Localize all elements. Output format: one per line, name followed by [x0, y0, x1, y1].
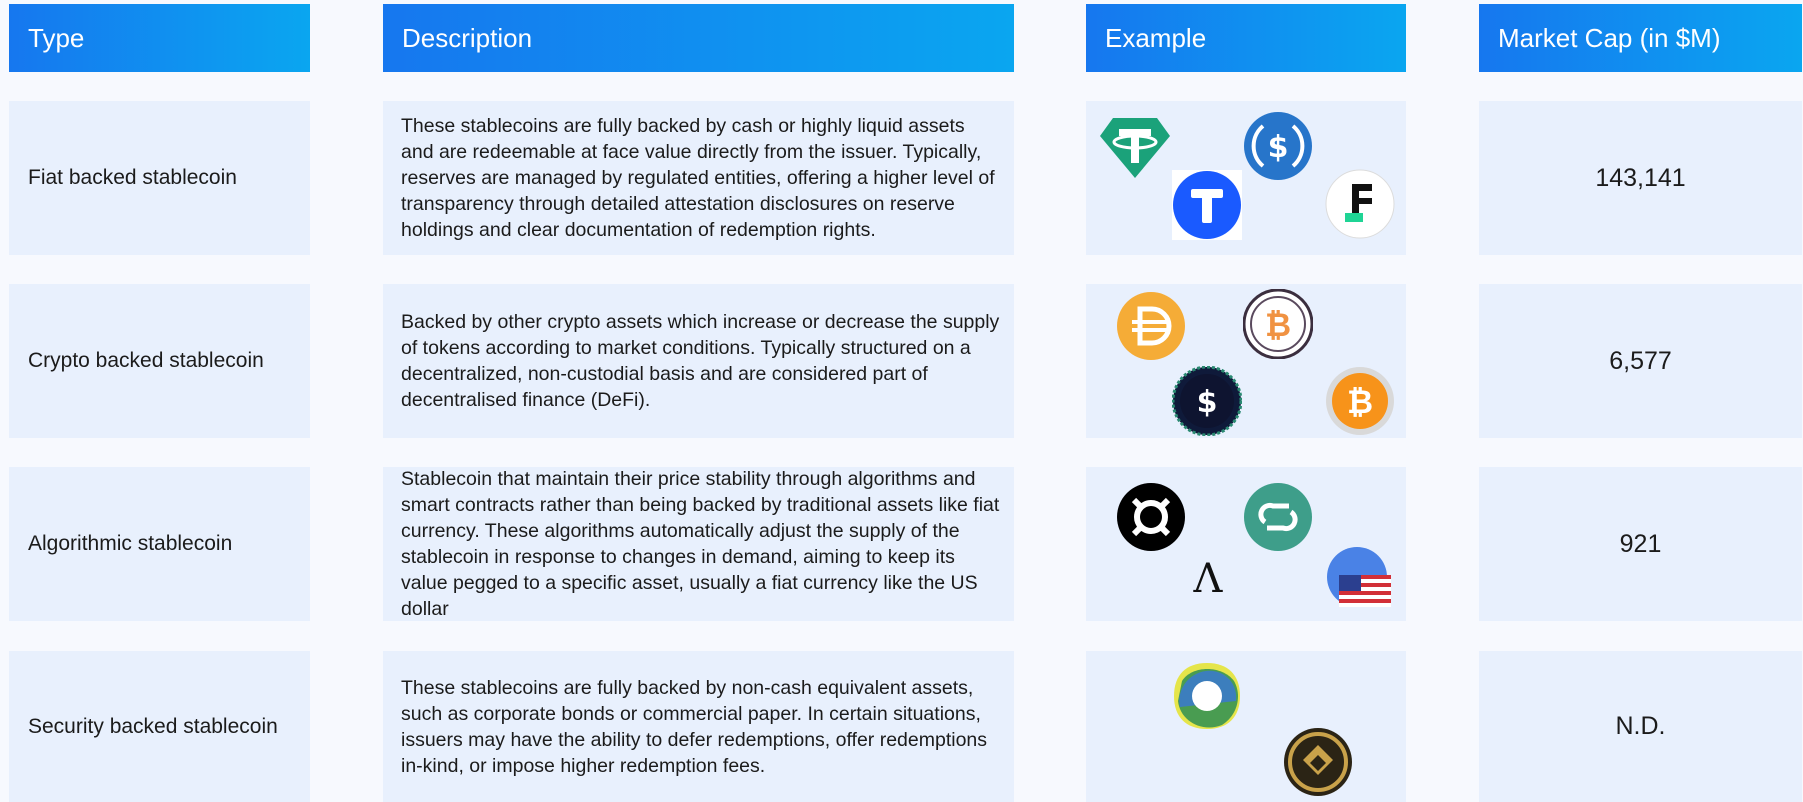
- row-4-market-cap-value: N.D.: [1615, 712, 1666, 740]
- usdc-icon: $: [1244, 112, 1312, 180]
- svg-text:Λ: Λ: [1193, 556, 1224, 598]
- header-market-cap-label: Market Cap (in $M): [1498, 22, 1721, 53]
- row-1-market-cap-value: 143,141: [1595, 163, 1686, 192]
- usds-icon: $: [1172, 366, 1242, 436]
- row-1-description: These stablecoins are fully backed by ca…: [383, 101, 1014, 255]
- dai-icon: [1117, 292, 1185, 360]
- row-3-description-text: Stablecoin that maintain their price sta…: [401, 468, 1000, 620]
- tether-icon: [1100, 118, 1170, 178]
- svg-text:₿: ₿: [1347, 383, 1373, 421]
- row-3-examples: Λ: [1086, 467, 1406, 621]
- row-3-market-cap: 921: [1479, 467, 1802, 621]
- row-2-market-cap: 6,577: [1479, 284, 1802, 438]
- lambda-icon: Λ: [1193, 556, 1224, 598]
- header-type: Type: [9, 4, 310, 72]
- wrapped-bitcoin-icon: ₿: [1243, 289, 1313, 359]
- header-description-label: Description: [402, 22, 533, 53]
- row-4-examples: [1086, 651, 1406, 802]
- first-digital-usd-icon: [1325, 169, 1395, 239]
- header-description: Description: [383, 4, 1014, 72]
- header-market-cap: Market Cap (in $M): [1479, 4, 1802, 72]
- header-example: Example: [1086, 4, 1406, 72]
- row-2-description-text: Backed by other crypto assets which incr…: [401, 311, 1000, 411]
- bitcoin-coin-icon: ₿: [1326, 367, 1394, 435]
- header-type-label: Type: [28, 22, 85, 53]
- svg-text:$: $: [1268, 130, 1289, 165]
- svg-text:₿: ₿: [1265, 306, 1291, 344]
- row-2-examples: ₿ $ ₿: [1086, 284, 1406, 438]
- row-4-type: Security backed stablecoin: [9, 651, 310, 802]
- row-2-market-cap-value: 6,577: [1609, 346, 1672, 375]
- row-1-examples: $: [1086, 101, 1406, 255]
- row-1-description-text: These stablecoins are fully backed by ca…: [401, 115, 995, 241]
- row-4-type-label: Security backed stablecoin: [28, 714, 278, 738]
- row-4-description: These stablecoins are fully backed by no…: [383, 651, 1014, 802]
- row-4-description-text: These stablecoins are fully backed by no…: [401, 676, 988, 777]
- row-3-type: Algorithmic stablecoin: [9, 467, 310, 621]
- row-1-type: Fiat backed stablecoin: [9, 101, 310, 255]
- row-1-market-cap: 143,141: [1479, 101, 1802, 255]
- row-3-market-cap-value: 921: [1619, 529, 1662, 558]
- us-flag-coin-icon: [1327, 547, 1391, 607]
- row-2-type-label: Crypto backed stablecoin: [28, 349, 264, 372]
- trueusd-icon: [1172, 170, 1242, 240]
- frax-icon: [1117, 483, 1185, 551]
- row-2-description: Backed by other crypto assets which incr…: [383, 284, 1014, 438]
- row-3-description: Stablecoin that maintain their price sta…: [383, 467, 1014, 621]
- celo-dollar-icon: [1244, 483, 1312, 551]
- row-4-market-cap: N.D.: [1479, 651, 1802, 802]
- row-3-type-label: Algorithmic stablecoin: [28, 532, 233, 555]
- svg-text:$: $: [1197, 385, 1218, 420]
- row-2-type: Crypto backed stablecoin: [9, 284, 310, 438]
- paxos-ring-icon: [1174, 663, 1240, 729]
- row-1-type-label: Fiat backed stablecoin: [28, 166, 237, 189]
- header-example-label: Example: [1105, 22, 1207, 53]
- gold-coin-icon: [1284, 728, 1352, 796]
